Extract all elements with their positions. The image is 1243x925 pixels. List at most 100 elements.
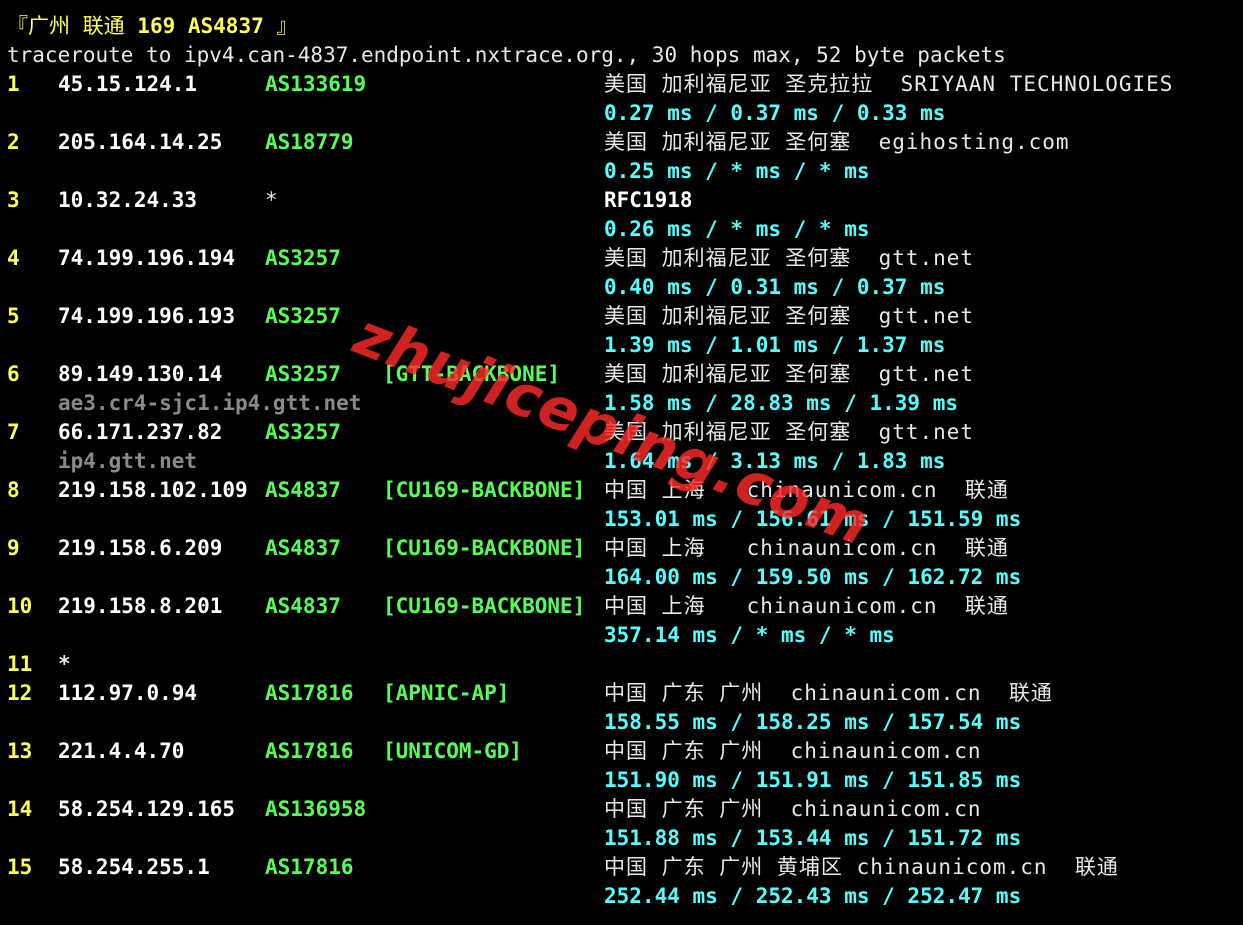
- hop-asn: AS18779: [265, 130, 354, 154]
- hop-ip: 10.32.24.33: [58, 188, 198, 212]
- hop-ip: 112.97.0.94: [58, 681, 198, 705]
- hop-rdns: ae3.cr4-sjc1.ip4.gtt.net: [58, 391, 362, 415]
- hop-asn: AS133619: [265, 72, 367, 96]
- hop-detail-row: 0.26 ms / * ms / * ms: [0, 215, 1243, 244]
- hop-rtt: 252.44 ms / 252.43 ms / 252.47 ms: [604, 884, 1022, 908]
- hop-asn: AS4837: [265, 478, 341, 502]
- hop-ip: 219.158.102.109: [58, 478, 248, 502]
- trace-title: 『广州 联通 169 AS4837 』: [7, 12, 297, 41]
- hop-row: 10 219.158.8.201 AS4837 [CU169-BACKBONE] 中国 …: [0, 592, 1243, 621]
- hop-rtt: 153.01 ms / 156.61 ms / 151.59 ms: [604, 507, 1022, 531]
- hop-rtt: 0.27 ms / 0.37 ms / 0.33 ms: [604, 101, 946, 125]
- hop-row: 6 89.149.130.14 AS3257 [GTT-BACKBONE] 美国 加利福…: [0, 360, 1243, 389]
- hop-number: 7: [7, 420, 20, 444]
- hop-number: 15: [7, 855, 33, 879]
- hop-tag: [UNICOM-GD]: [383, 739, 523, 763]
- hop-detail-row: 1.39 ms / 1.01 ms / 1.37 ms: [0, 331, 1243, 360]
- title-open: 『广州 联通: [7, 14, 138, 38]
- hop-detail-row: 0.40 ms / 0.31 ms / 0.37 ms: [0, 273, 1243, 302]
- hop-geo: 美国 加利福尼亚 圣何塞 gtt.net: [604, 246, 975, 270]
- terminal-window: 『广州 联通 169 AS4837 』 traceroute to ipv4.c…: [0, 0, 1243, 925]
- hop-tag: [CU169-BACKBONE]: [383, 594, 586, 618]
- hop-detail-row: ip4.gtt.net 1.64 ms / 3.13 ms / 1.83 ms: [0, 447, 1243, 476]
- hop-rtt: 0.26 ms / * ms / * ms: [604, 217, 870, 241]
- hop-rtt: 151.90 ms / 151.91 ms / 151.85 ms: [604, 768, 1022, 792]
- hop-geo: 美国 加利福尼亚 圣何塞 gtt.net: [604, 304, 975, 328]
- hop-row: 13 221.4.4.70 AS17816 [UNICOM-GD] 中国 广东 广州 c…: [0, 737, 1243, 766]
- hop-rtt: 1.58 ms / 28.83 ms / 1.39 ms: [604, 391, 959, 415]
- hop-geo: 中国 上海 chinaunicom.cn 联通: [604, 594, 1009, 618]
- hop-asn: AS17816: [265, 739, 354, 763]
- title-close: 』: [263, 14, 298, 38]
- hop-geo: 美国 加利福尼亚 圣何塞 egihosting.com: [604, 130, 1070, 154]
- hop-detail-row: 357.14 ms / * ms / * ms: [0, 621, 1243, 650]
- hop-asn: AS3257: [265, 420, 341, 444]
- hop-row: 1 45.15.124.1 AS133619 美国 加利福尼亚 圣克拉拉 SRIYAA…: [0, 70, 1243, 99]
- hop-tag: [CU169-BACKBONE]: [383, 478, 586, 502]
- hop-ip: 74.199.196.194: [58, 246, 236, 270]
- hop-ip: 74.199.196.193: [58, 304, 236, 328]
- hop-ip: 219.158.8.201: [58, 594, 223, 618]
- hop-detail-row: 158.55 ms / 158.25 ms / 157.54 ms: [0, 708, 1243, 737]
- hop-detail-row: ae3.cr4-sjc1.ip4.gtt.net 1.58 ms / 28.83 …: [0, 389, 1243, 418]
- hop-number: 9: [7, 536, 20, 560]
- hop-row: 4 74.199.196.194 AS3257 美国 加利福尼亚 圣何塞 gtt.ne…: [0, 244, 1243, 273]
- hop-asn: *: [265, 188, 278, 212]
- hop-row: 15 58.254.255.1 AS17816 中国 广东 广州 黄埔区 chinau…: [0, 853, 1243, 882]
- hop-asn: AS136958: [265, 797, 367, 821]
- hop-detail-row: 0.27 ms / 0.37 ms / 0.33 ms: [0, 99, 1243, 128]
- hop-detail-row: 252.44 ms / 252.43 ms / 252.47 ms: [0, 882, 1243, 911]
- hop-ip: 58.254.129.165: [58, 797, 236, 821]
- hop-ip: 58.254.255.1: [58, 855, 210, 879]
- hop-ip: 221.4.4.70: [58, 739, 185, 763]
- hop-ip: 45.15.124.1: [58, 72, 198, 96]
- hop-asn: AS4837: [265, 594, 341, 618]
- hop-rtt: 151.88 ms / 153.44 ms / 151.72 ms: [604, 826, 1022, 850]
- hop-geo: 美国 加利福尼亚 圣何塞 gtt.net: [604, 362, 975, 386]
- hop-ip: 66.171.237.82: [58, 420, 223, 444]
- hop-tag: [APNIC-AP]: [383, 681, 510, 705]
- hop-tag: [CU169-BACKBONE]: [383, 536, 586, 560]
- hop-rtt: 158.55 ms / 158.25 ms / 157.54 ms: [604, 710, 1022, 734]
- hop-rdns: ip4.gtt.net: [58, 449, 198, 473]
- hop-number: 11: [7, 652, 33, 676]
- hop-asn: AS3257: [265, 246, 341, 270]
- hop-asn: AS17816: [265, 855, 354, 879]
- hop-ip: 205.164.14.25: [58, 130, 223, 154]
- hop-detail-row: 151.88 ms / 153.44 ms / 151.72 ms: [0, 824, 1243, 853]
- hop-rtt: 1.39 ms / 1.01 ms / 1.37 ms: [604, 333, 946, 357]
- hop-geo: 美国 加利福尼亚 圣何塞 gtt.net: [604, 420, 975, 444]
- hop-number: 12: [7, 681, 33, 705]
- hop-geo: 中国 广东 广州 chinaunicom.cn: [604, 739, 982, 763]
- hop-detail-row: 151.90 ms / 151.91 ms / 151.85 ms: [0, 766, 1243, 795]
- hop-row: 12 112.97.0.94 AS17816 [APNIC-AP] 中国 广东 广州 c…: [0, 679, 1243, 708]
- hop-asn: AS4837: [265, 536, 341, 560]
- hop-rtt: 164.00 ms / 159.50 ms / 162.72 ms: [604, 565, 1022, 589]
- hop-geo: 中国 广东 广州 chinaunicom.cn 联通: [604, 681, 1053, 705]
- hop-rtt: 1.64 ms / 3.13 ms / 1.83 ms: [604, 449, 946, 473]
- hop-number: 13: [7, 739, 33, 763]
- traceroute-command: traceroute to ipv4.can-4837.endpoint.nxt…: [7, 43, 1006, 67]
- hop-geo: 中国 广东 广州 黄埔区 chinaunicom.cn 联通: [604, 855, 1119, 879]
- hop-rtt: 0.25 ms / * ms / * ms: [604, 159, 870, 183]
- hop-asn: AS3257: [265, 304, 341, 328]
- hop-rtt: 357.14 ms / * ms / * ms: [604, 623, 895, 647]
- hop-tag: [GTT-BACKBONE]: [383, 362, 561, 386]
- hop-number: 8: [7, 478, 20, 502]
- hop-asn: AS3257: [265, 362, 341, 386]
- hop-row: 3 10.32.24.33 * RFC1918: [0, 186, 1243, 215]
- title-asn: 169 AS4837: [137, 14, 264, 38]
- hop-rtt: 0.40 ms / 0.31 ms / 0.37 ms: [604, 275, 946, 299]
- hop-number: 1: [7, 72, 20, 96]
- hop-number: 4: [7, 246, 20, 270]
- hop-number: 5: [7, 304, 20, 328]
- hop-asn: AS17816: [265, 681, 354, 705]
- hop-ip: 219.158.6.209: [58, 536, 223, 560]
- hop-row: 11 *: [0, 650, 1243, 679]
- hop-geo: 中国 上海 chinaunicom.cn 联通: [604, 478, 1009, 502]
- hop-row: 9 219.158.6.209 AS4837 [CU169-BACKBONE] 中国 上…: [0, 534, 1243, 563]
- hop-row: 14 58.254.129.165 AS136958 中国 广东 广州 chinaun…: [0, 795, 1243, 824]
- hop-ip: 89.149.130.14: [58, 362, 223, 386]
- hop-detail-row: 164.00 ms / 159.50 ms / 162.72 ms: [0, 563, 1243, 592]
- hop-ip: *: [58, 652, 71, 676]
